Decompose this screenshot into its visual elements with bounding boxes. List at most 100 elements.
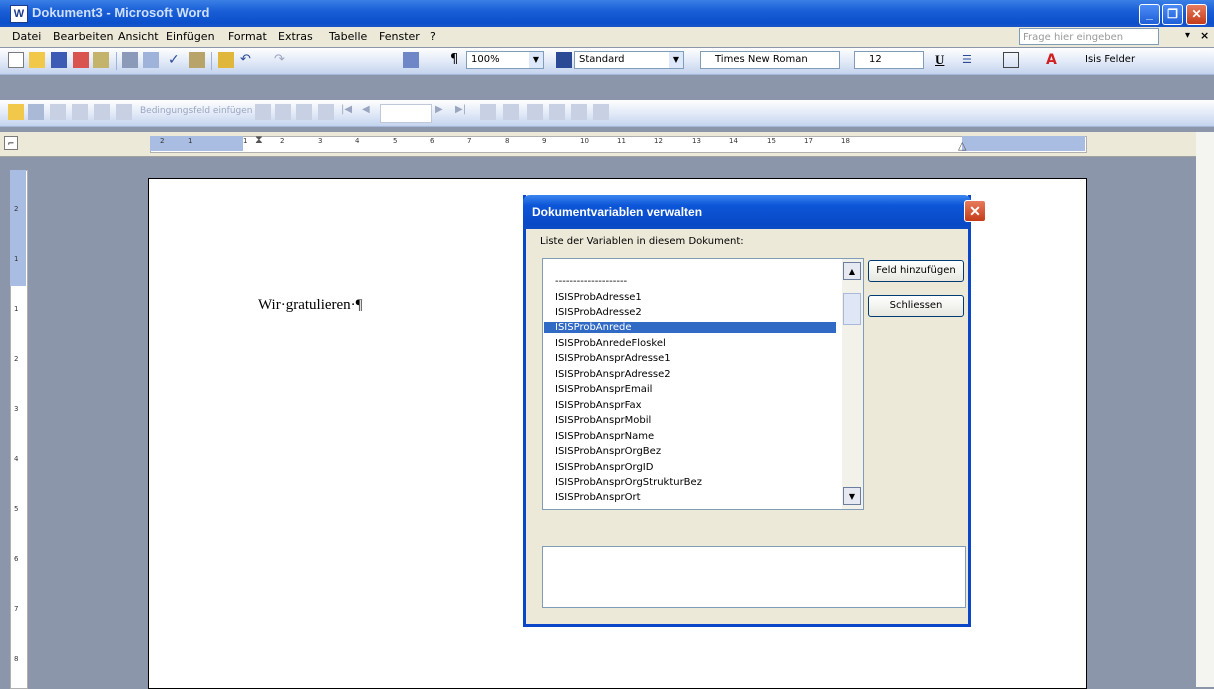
open-folder-icon[interactable] <box>29 52 45 68</box>
scroll-down-icon[interactable]: ▼ <box>843 487 861 505</box>
propagate-labels-icon[interactable] <box>318 104 334 120</box>
zoom-select[interactable]: 100% ▼ <box>466 51 544 69</box>
highlight-fields-icon[interactable] <box>275 104 291 120</box>
list-item[interactable]: ISISProbAnsprOrt <box>555 492 641 503</box>
find-entry-icon[interactable] <box>480 104 496 120</box>
list-item[interactable]: ISISProbAnsprOrgBez <box>555 446 661 457</box>
font-size-select[interactable]: 12 <box>854 51 924 69</box>
chevron-down-icon[interactable]: ▼ <box>669 52 683 68</box>
list-item[interactable]: ISISProbAnsprAdresse2 <box>555 369 671 380</box>
menu-bar: Datei Bearbeiten Ansicht Einfügen Format… <box>0 27 1214 47</box>
open-data-source-icon[interactable] <box>28 104 44 120</box>
new-document-icon[interactable] <box>8 52 24 68</box>
menu-extras[interactable]: Extras <box>278 30 313 43</box>
save-icon[interactable] <box>51 52 67 68</box>
vertical-scrollbar[interactable] <box>1196 132 1214 687</box>
insert-fields-icon[interactable] <box>116 104 132 120</box>
chevron-down-icon[interactable]: ▼ <box>529 52 543 68</box>
document-text[interactable]: Wir·gratulieren·¶ <box>258 297 362 314</box>
list-item[interactable]: ISISProbAnsprMobil <box>555 415 651 426</box>
undo-icon[interactable]: ↶ <box>240 52 256 68</box>
list-item-selected[interactable]: ISISProbAnrede <box>544 322 836 333</box>
insert-table-icon[interactable] <box>403 52 419 68</box>
indent-marker-icon[interactable]: ⧗ <box>255 133 263 147</box>
variables-listbox[interactable]: -------------------- ISISProbAdresse1 IS… <box>542 258 864 510</box>
scrollbar-thumb[interactable] <box>843 293 861 325</box>
close-dialog-button[interactable]: Schliessen <box>868 295 964 317</box>
close-document-icon[interactable]: × <box>1200 29 1209 42</box>
first-record-icon[interactable]: |◀ <box>341 104 357 120</box>
show-formatting-icon[interactable]: ¶ <box>450 52 466 68</box>
last-record-icon[interactable]: ▶| <box>455 104 471 120</box>
right-indent-icon[interactable]: △ <box>958 139 966 152</box>
style-select[interactable]: Standard ▼ <box>574 51 684 69</box>
merge-to-email-icon[interactable] <box>571 104 587 120</box>
view-merged-data-icon[interactable] <box>255 104 271 120</box>
check-errors-icon[interactable] <box>503 104 519 120</box>
merge-to-printer-icon[interactable] <box>549 104 565 120</box>
list-item[interactable]: ISISProbAnsprFax <box>555 400 642 411</box>
recipients-icon[interactable] <box>50 104 66 120</box>
list-item[interactable]: ISISProbAdresse1 <box>555 292 642 303</box>
record-number-input[interactable] <box>380 104 432 123</box>
list-scrollbar[interactable]: ▲ ▼ <box>842 259 863 509</box>
isis-felder-button[interactable]: Isis Felder <box>1085 54 1135 65</box>
list-item[interactable]: ISISProbAnsprEmail <box>555 384 652 395</box>
menu-ansicht[interactable]: Ansicht <box>118 30 159 43</box>
dialog-close-icon[interactable]: ✕ <box>964 200 986 222</box>
menu-bearbeiten[interactable]: Bearbeiten <box>53 30 113 43</box>
word-app-icon[interactable]: W <box>10 5 28 23</box>
dropdown-arrow-icon[interactable]: ▾ <box>1185 30 1190 41</box>
main-document-setup-icon[interactable] <box>8 104 24 120</box>
previous-record-icon[interactable]: ◀ <box>362 104 378 120</box>
insert-word-field-button[interactable]: Bedingungsfeld einfügen <box>140 106 253 116</box>
list-item[interactable]: ISISProbAnsprName <box>555 431 654 442</box>
menu-fenster[interactable]: Fenster <box>379 30 420 43</box>
minimize-icon[interactable]: _ <box>1139 4 1160 25</box>
menu-tabelle[interactable]: Tabelle <box>329 30 367 43</box>
list-item[interactable]: ISISProbAdresse2 <box>555 307 642 318</box>
next-record-icon[interactable]: ▶ <box>435 104 451 120</box>
menu-help[interactable]: ? <box>430 30 436 43</box>
ask-question-input[interactable]: Frage hier eingeben <box>1019 28 1159 45</box>
ruler-tick-label: 13 <box>692 137 701 145</box>
line-spacing-icon[interactable]: ☰ <box>962 52 978 68</box>
ruler-tick-label: 18 <box>841 137 850 145</box>
font-color-icon[interactable]: A <box>1046 52 1062 68</box>
print-icon[interactable] <box>122 52 138 68</box>
ruler-tick-label: 1 <box>188 137 193 145</box>
list-item[interactable]: ISISProbAnredeFloskel <box>555 338 666 349</box>
maximize-icon[interactable]: ❐ <box>1162 4 1183 25</box>
email-icon[interactable] <box>93 52 109 68</box>
list-item[interactable]: ISISProbAnsprOrgID <box>555 462 653 473</box>
redo-icon[interactable]: ↷ <box>274 52 290 68</box>
variables-list-label: Liste der Variablen in diesem Dokument: <box>540 236 744 247</box>
font-select[interactable]: Times New Roman <box>700 51 840 69</box>
permission-icon[interactable] <box>73 52 89 68</box>
list-item[interactable]: ISISProbAnsprAdresse1 <box>555 353 671 364</box>
description-box <box>542 546 966 608</box>
spelling-icon[interactable]: ✓ <box>168 52 184 68</box>
match-fields-icon[interactable] <box>296 104 312 120</box>
scroll-up-icon[interactable]: ▲ <box>843 262 861 280</box>
print-preview-icon[interactable] <box>143 52 159 68</box>
menu-datei[interactable]: Datei <box>12 30 41 43</box>
menu-format[interactable]: Format <box>228 30 267 43</box>
add-field-button[interactable]: Feld hinzufügen <box>868 260 964 282</box>
tab-selector-icon[interactable]: ⌐ <box>4 136 18 150</box>
merge-to-document-icon[interactable] <box>527 104 543 120</box>
menu-einfuegen[interactable]: Einfügen <box>166 30 215 43</box>
insert-greeting-icon[interactable] <box>94 104 110 120</box>
format-painter-icon[interactable] <box>218 52 234 68</box>
list-item[interactable]: ISISProbAnsprOrgStrukturBez <box>555 477 702 488</box>
merge-to-fax-icon[interactable] <box>593 104 609 120</box>
underline-icon[interactable]: U <box>935 52 951 68</box>
insert-address-icon[interactable] <box>72 104 88 120</box>
research-icon[interactable] <box>189 52 205 68</box>
ruler-tick-label: 12 <box>654 137 663 145</box>
list-item[interactable]: -------------------- <box>555 276 627 287</box>
ruler-tick-label: 5 <box>14 505 19 513</box>
close-window-icon[interactable]: ✕ <box>1186 4 1207 25</box>
styles-pane-icon[interactable] <box>556 52 572 68</box>
border-icon[interactable] <box>1003 52 1019 68</box>
